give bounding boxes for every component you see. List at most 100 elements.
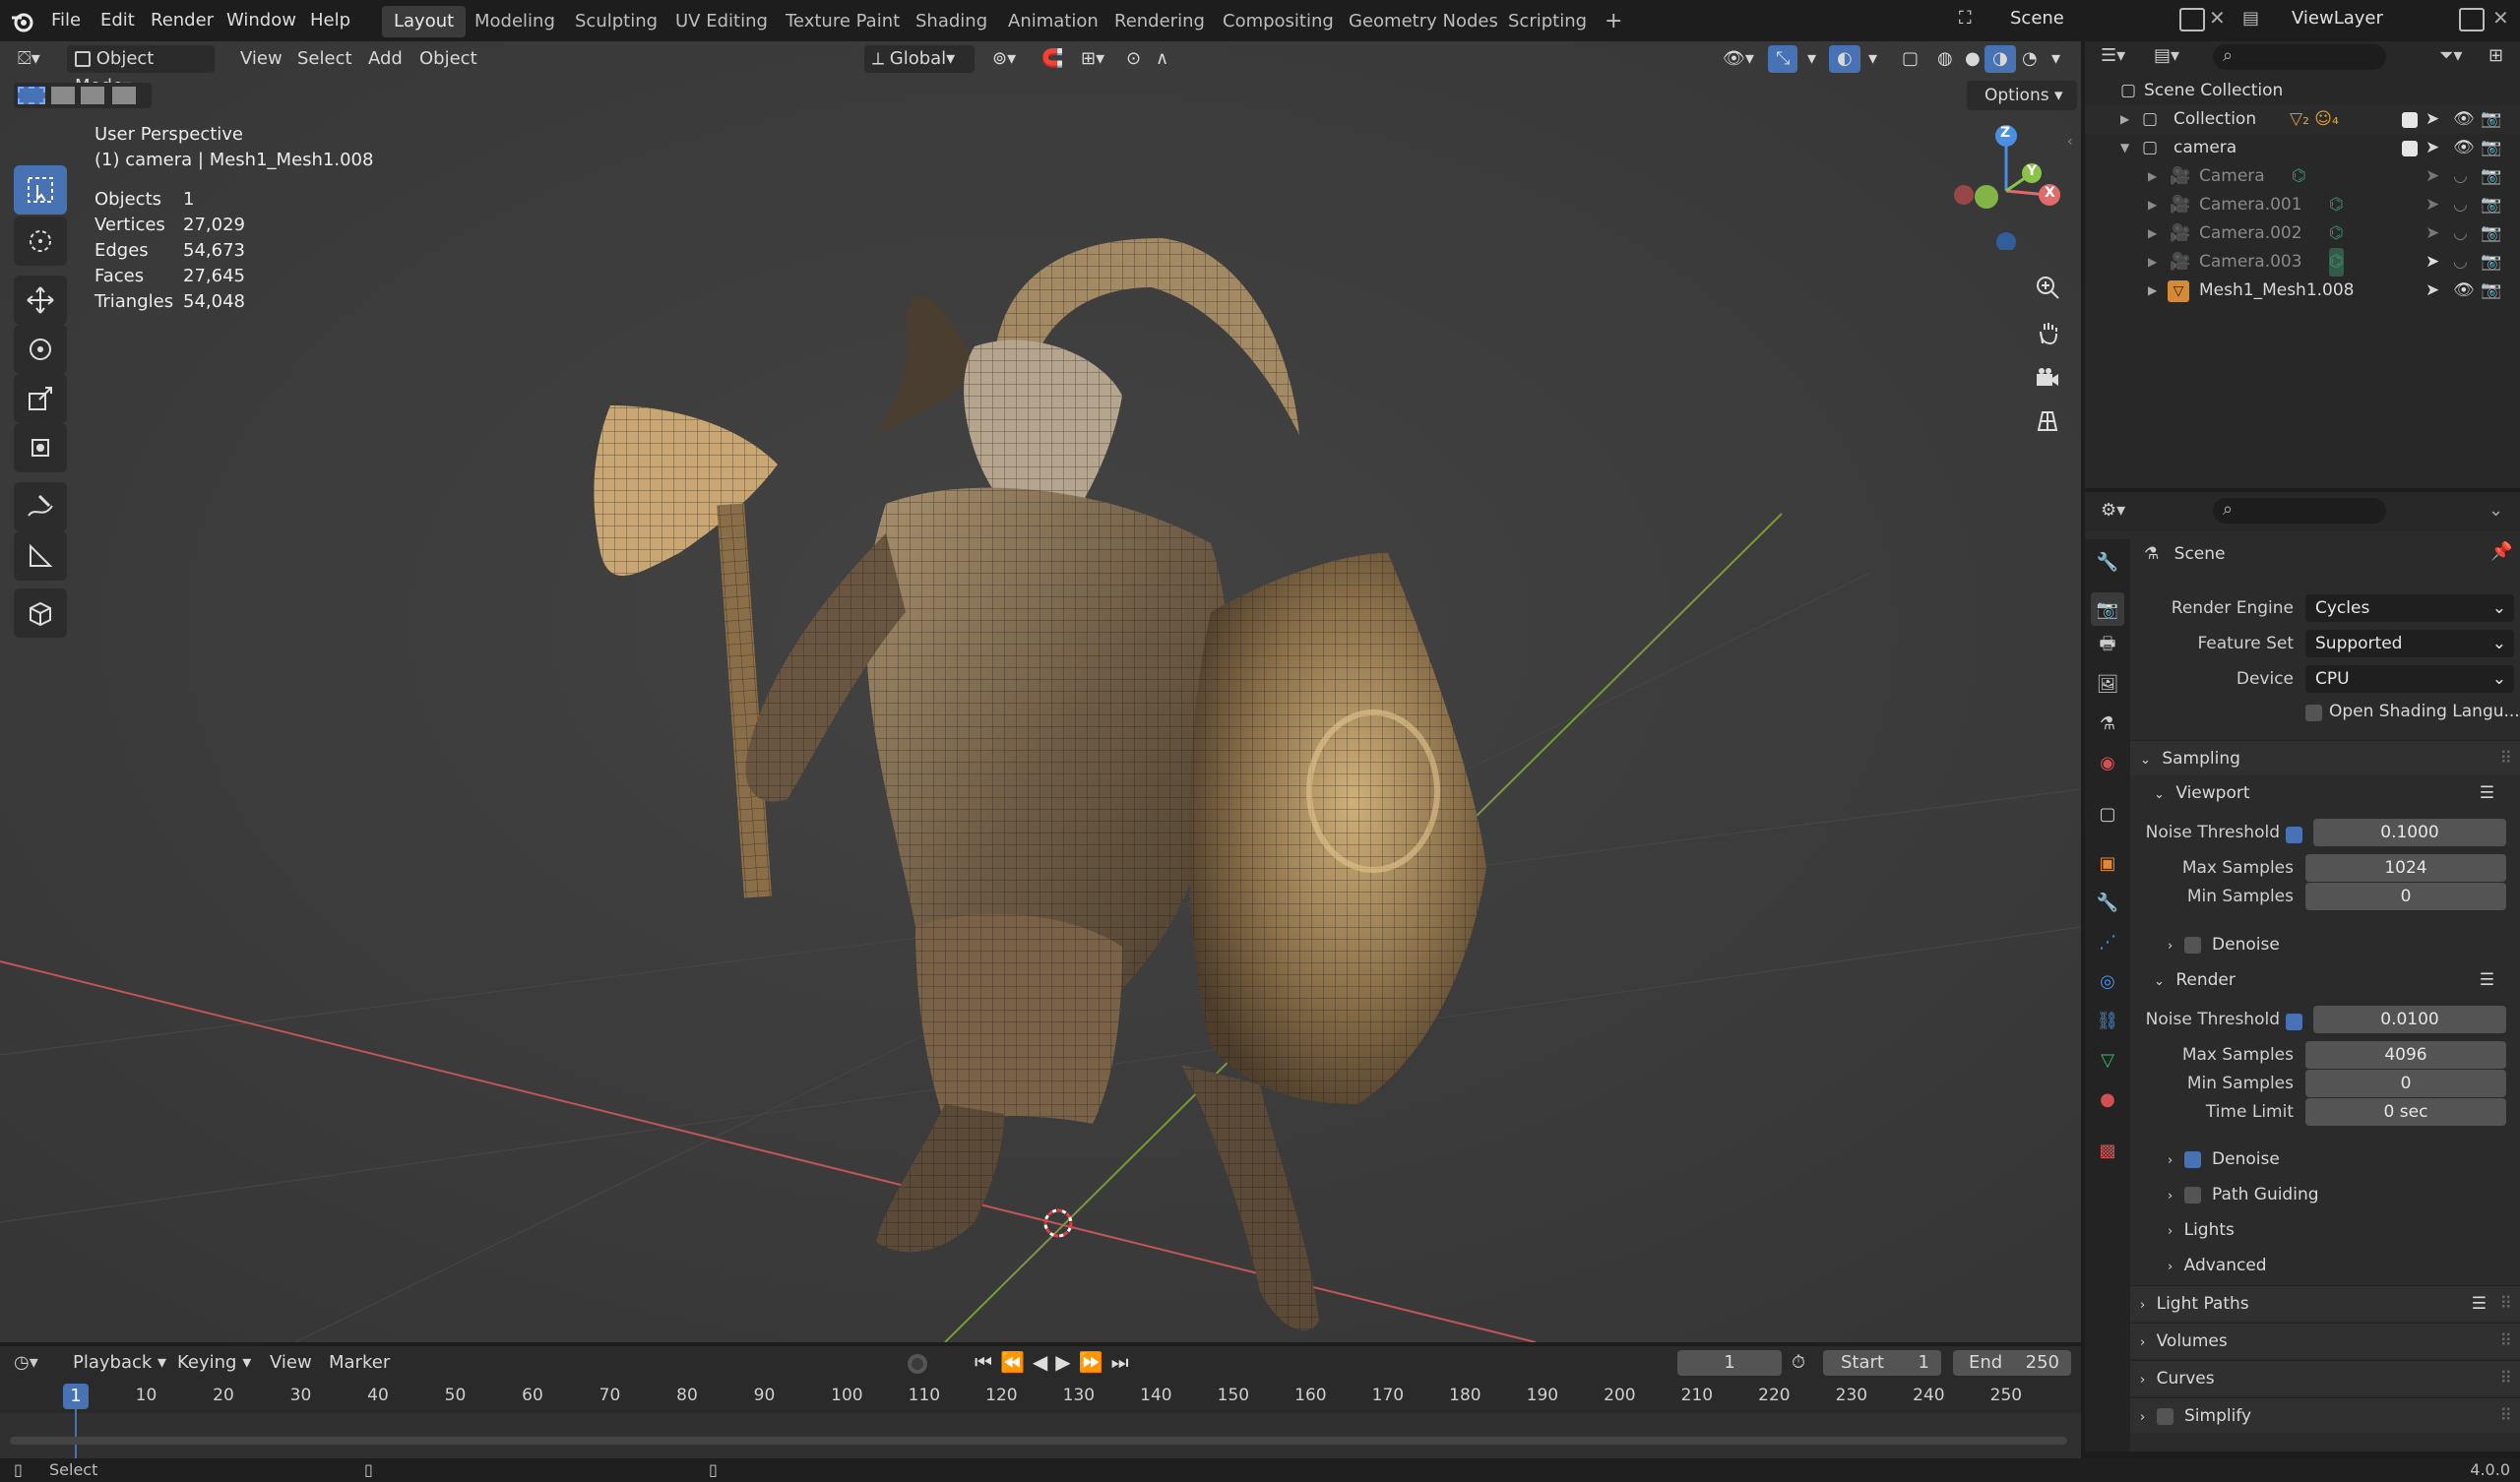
tab-shading[interactable]: Shading <box>904 6 999 37</box>
collection-tab-icon[interactable]: ▢ <box>2091 797 2124 831</box>
expand-icon[interactable]: ▶ <box>2148 162 2157 191</box>
viewport-noise-threshold-field[interactable]: 0.1000 <box>2313 819 2506 846</box>
selectable-icon[interactable]: ➤ <box>2426 134 2439 162</box>
timeline-editor-type-icon[interactable]: ◷▾ <box>14 1352 38 1373</box>
select-extend-icon[interactable] <box>51 87 75 104</box>
zoom-icon[interactable] <box>2026 266 2069 309</box>
viewport-subpanel-header[interactable]: ⌄ Viewport ☰ <box>2154 777 2520 809</box>
render-camera-icon[interactable]: 📷 <box>2481 248 2501 277</box>
tab-scripting[interactable]: Scripting <box>1496 6 1599 37</box>
presets-list-icon[interactable]: ☰ <box>2480 964 2494 996</box>
presets-list-icon[interactable]: ☰ <box>2472 1286 2487 1322</box>
output-tab-icon[interactable]: 🖶 <box>2091 630 2124 663</box>
scene-tab-icon[interactable]: ⚗ <box>2091 707 2124 740</box>
tab-sculpting[interactable]: Sculpting <box>563 6 669 37</box>
menu-select[interactable]: Select <box>289 45 360 73</box>
menu-window[interactable]: Window <box>217 6 306 35</box>
outliner-row-camera-collection[interactable]: ▼ ▢ camera ➤ 👁 📷 <box>2085 134 2520 162</box>
transform-tool-icon[interactable] <box>14 423 67 472</box>
xray-icon[interactable]: ▢ <box>1894 45 1926 73</box>
view-layer-selector[interactable]: ▤ ViewLayer <box>2242 4 2479 33</box>
tab-rendering[interactable]: Rendering <box>1102 6 1217 37</box>
select-intersect-icon[interactable] <box>112 87 136 104</box>
expand-icon[interactable]: ▶ <box>2148 277 2157 305</box>
selectable-icon[interactable]: ➤ <box>2426 248 2439 277</box>
current-frame-field[interactable]: 1 <box>1677 1350 1782 1376</box>
new-view-layer-icon[interactable] <box>2459 8 2485 31</box>
solid-shading-icon[interactable]: ● <box>1957 45 1988 73</box>
editor-type-icon[interactable]: ⛋▾ <box>10 45 48 73</box>
delete-scene-icon[interactable]: ✕ <box>2209 6 2226 30</box>
volumes-panel-header[interactable]: › Volumes ⠿ <box>2130 1323 2520 1358</box>
menu-keying[interactable]: Keying ▾ <box>177 1352 251 1373</box>
texture-tab-icon[interactable]: ▩ <box>2091 1134 2124 1167</box>
options-dropdown[interactable]: Options ▾ <box>1967 81 2077 110</box>
osl-checkbox[interactable] <box>2305 703 2322 722</box>
3d-viewport[interactable]: ⛋▾ Object Mode▾ View Select Add Object ⟂… <box>0 41 2081 1342</box>
drag-handle-icon[interactable]: ⠿ <box>2500 741 2512 776</box>
filter-icon[interactable]: ⏷▾ <box>2439 45 2462 66</box>
outliner-row-camera-003[interactable]: ▶ 🎥 Camera.003 ⌬ ➤ ◡ 📷 <box>2085 248 2520 277</box>
path-guiding-checkbox[interactable] <box>2183 1185 2201 1204</box>
selectable-icon[interactable]: ➤ <box>2426 105 2439 134</box>
outliner-editor-type-icon[interactable]: ☰▾ <box>2101 45 2125 66</box>
sampling-panel-header[interactable]: ⌄ Sampling ⠿ <box>2130 740 2520 775</box>
tab-layout[interactable]: Layout <box>382 6 467 37</box>
selectable-icon[interactable]: ➤ <box>2426 277 2439 305</box>
add-cube-tool-icon[interactable] <box>14 588 67 638</box>
select-subtract-icon[interactable] <box>81 87 104 104</box>
presets-list-icon[interactable]: ☰ <box>2480 777 2494 809</box>
scene-selector[interactable]: ⛶ Scene <box>1953 4 2179 33</box>
outliner-search-input[interactable]: ⌕ <box>2213 44 2386 70</box>
menu-object[interactable]: Object <box>411 45 485 73</box>
viewport-denoise-subpanel[interactable]: › Denoise <box>2168 929 2520 960</box>
navigation-gizmo[interactable]: Z X Y <box>1949 122 2067 250</box>
shading-dropdown-icon[interactable]: ▾ <box>2044 45 2068 73</box>
outliner-row-collection[interactable]: ▶ ▢ Collection ▽₂ ☺₄ ➤ 👁 📷 <box>2085 105 2520 134</box>
play-reverse-icon[interactable]: ◀ <box>1033 1350 1055 1374</box>
rendered-shading-icon[interactable]: ◔ <box>2014 45 2046 73</box>
selectable-icon[interactable]: ➤ <box>2426 191 2439 219</box>
menu-marker[interactable]: Marker <box>329 1352 390 1373</box>
frame-ruler[interactable]: 1 10 20 30 40 50 60 70 80 90 100 110 120 130 140 150 16… <box>0 1380 2081 1413</box>
collapse-icon[interactable]: ▼ <box>2120 134 2129 162</box>
feature-set-dropdown[interactable]: Supported ⌄ <box>2305 630 2514 657</box>
tab-geometry-nodes[interactable]: Geometry Nodes <box>1337 6 1510 37</box>
light-paths-panel-header[interactable]: › Light Paths ☰ ⠿ <box>2130 1285 2520 1321</box>
render-camera-icon[interactable]: 📷 <box>2481 105 2501 134</box>
end-frame-field[interactable]: End 250 <box>1953 1350 2071 1376</box>
expand-icon[interactable]: ▶ <box>2120 105 2129 134</box>
simplify-panel-header[interactable]: › Simplify ⠿ <box>2130 1397 2520 1433</box>
menu-render[interactable]: Render <box>141 6 223 35</box>
hidden-eye-icon[interactable]: ◡ <box>2453 219 2468 248</box>
render-min-samples-field[interactable]: 0 <box>2305 1070 2506 1097</box>
render-subpanel-header[interactable]: ⌄ Render ☰ <box>2154 964 2520 996</box>
overlay-dropdown-icon[interactable]: ▾ <box>1860 45 1885 73</box>
particles-tab-icon[interactable]: ⋰ <box>2091 925 2124 958</box>
snap-icon[interactable]: 🧲 <box>1034 45 1071 73</box>
drag-handle-icon[interactable]: ⠿ <box>2500 1324 2512 1359</box>
render-camera-icon[interactable]: 📷 <box>2481 134 2501 162</box>
tab-compositing[interactable]: Compositing <box>1211 6 1346 37</box>
mode-selector[interactable]: Object Mode▾ <box>67 45 215 96</box>
outliner-row-mesh[interactable]: ▶ ▽ Mesh1_Mesh1.008 ➤ 👁 📷 <box>2085 277 2520 305</box>
simplify-checkbox[interactable] <box>2156 1406 2174 1426</box>
display-mode-icon[interactable]: ▤▾ <box>2154 45 2179 66</box>
perspective-grid-icon[interactable] <box>2026 400 2069 443</box>
play-icon[interactable]: ▶ <box>1055 1350 1078 1374</box>
tab-modeling[interactable]: Modeling <box>463 6 567 37</box>
outliner-row-camera[interactable]: ▶ 🎥 Camera ⌬ ➤ ◡ 📷 <box>2085 162 2520 191</box>
pan-hand-icon[interactable] <box>2026 311 2069 354</box>
expand-icon[interactable]: ▶ <box>2148 191 2157 219</box>
render-max-samples-field[interactable]: 4096 <box>2305 1041 2506 1069</box>
gizmo-toggle-icon[interactable]: ⤡ <box>1768 45 1798 73</box>
render-denoise-subpanel[interactable]: › Denoise <box>2168 1143 2520 1175</box>
advanced-subpanel[interactable]: › Advanced <box>2168 1250 2520 1281</box>
tab-texture-paint[interactable]: Texture Paint <box>774 6 912 37</box>
menu-view[interactable]: View <box>232 45 290 73</box>
snap-target-icon[interactable]: ⊞▾ <box>1073 45 1112 73</box>
hidden-eye-icon[interactable]: ◡ <box>2453 191 2468 219</box>
render-noise-threshold-field[interactable]: 0.0100 <box>2313 1006 2506 1033</box>
scale-tool-icon[interactable] <box>14 374 67 423</box>
overlay-toggle-icon[interactable]: ◐ <box>1829 45 1860 73</box>
